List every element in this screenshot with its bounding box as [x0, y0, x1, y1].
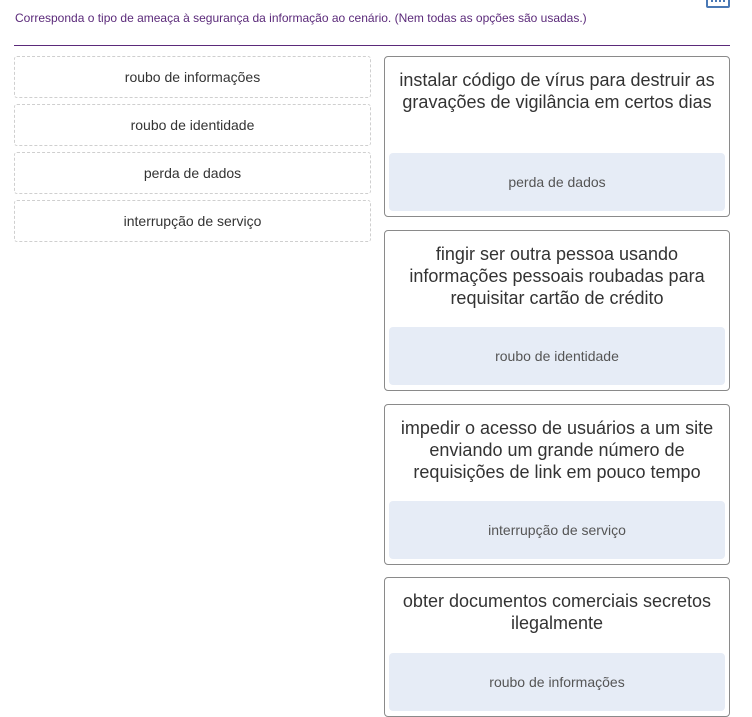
- drop-zone[interactable]: roubo de informações: [389, 653, 725, 711]
- scenario-card: fingir ser outra pessoa usando informaçõ…: [384, 230, 730, 391]
- drop-zone[interactable]: interrupção de serviço: [389, 501, 725, 559]
- divider: [14, 45, 730, 46]
- option-item[interactable]: roubo de informações: [14, 56, 371, 98]
- scenario-text: fingir ser outra pessoa usando informaçõ…: [409, 244, 705, 308]
- drop-zone[interactable]: perda de dados: [389, 153, 725, 211]
- scenario-text: impedir o acesso de usuários a um site e…: [400, 418, 714, 482]
- instruction-text: Corresponda o tipo de ameaça à segurança…: [15, 11, 587, 25]
- keyboard-icon[interactable]: [706, 0, 730, 8]
- scenario-text: instalar código de vírus para destruir a…: [399, 70, 715, 112]
- scenario-card: instalar código de vírus para destruir a…: [384, 56, 730, 217]
- option-item[interactable]: roubo de identidade: [14, 104, 371, 146]
- option-item[interactable]: perda de dados: [14, 152, 371, 194]
- drop-zone[interactable]: roubo de identidade: [389, 327, 725, 385]
- option-item[interactable]: interrupção de serviço: [14, 200, 371, 242]
- scenario-card: obter documentos comerciais secretos ile…: [384, 577, 730, 717]
- scenario-text: obter documentos comerciais secretos ile…: [402, 591, 712, 633]
- scenario-card: impedir o acesso de usuários a um site e…: [384, 404, 730, 565]
